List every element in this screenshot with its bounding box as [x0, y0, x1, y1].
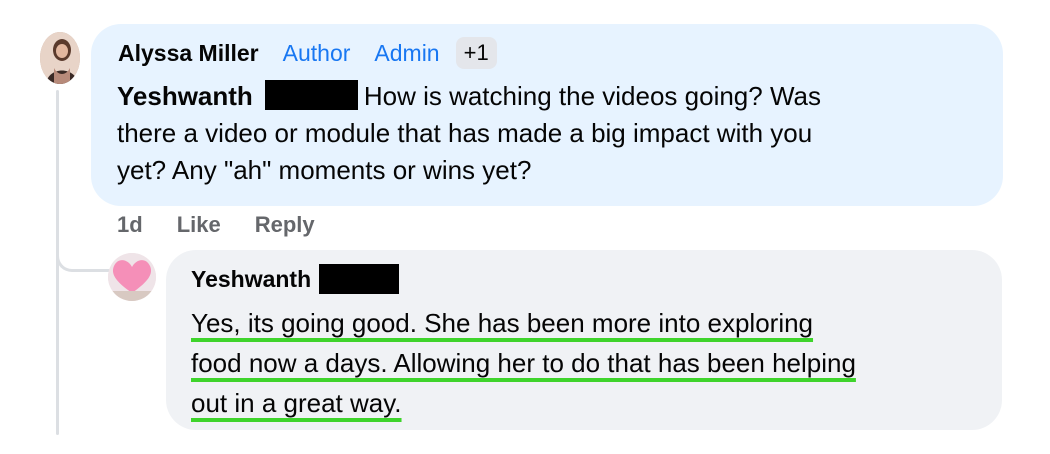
reply-body: Yes, its going good. She has been more i… [191, 303, 991, 423]
heart-avatar-icon [108, 253, 156, 301]
reply-header: Yeshwanth [191, 264, 400, 294]
author-badge[interactable]: Author [283, 40, 351, 67]
comment-body: Yeshwanth How is watching the videos goin… [117, 78, 967, 189]
reply-author-name[interactable]: Yeshwanth [191, 266, 311, 293]
timestamp-link[interactable]: 1d [117, 212, 143, 238]
yeshwanth-avatar[interactable] [108, 253, 156, 301]
reply-line-3: out in a great way. [191, 388, 402, 418]
reply-line-2: food now a days. Allowing her to do that… [191, 348, 856, 378]
reply-connector [56, 232, 110, 272]
author-name[interactable]: Alyssa Miller [118, 40, 259, 67]
comment-line-1: How is watching the videos going? Was [363, 81, 821, 111]
comment-line-2: there a video or module that has made a … [117, 118, 813, 148]
comment-line-3: yet? Any "ah" moments or wins yet? [117, 155, 532, 185]
alyssa-avatar[interactable] [40, 32, 80, 84]
redaction-box [264, 80, 358, 111]
reply-line-1: Yes, its going good. She has been more i… [191, 308, 814, 338]
reply-button[interactable]: Reply [255, 212, 315, 238]
comment-actions: 1d Like Reply [117, 210, 315, 240]
mention-link[interactable]: Yeshwanth [117, 81, 253, 111]
profile-photo-icon [40, 32, 80, 84]
redaction-box [319, 264, 400, 294]
more-badges-button[interactable]: +1 [455, 37, 497, 69]
like-button[interactable]: Like [177, 212, 221, 238]
comment-header: Alyssa Miller Author Admin +1 [118, 37, 497, 69]
admin-badge[interactable]: Admin [374, 40, 439, 67]
